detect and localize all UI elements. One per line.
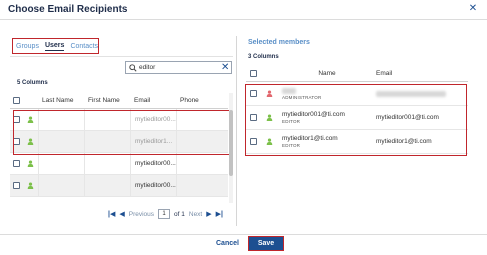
row-checkbox[interactable] xyxy=(10,175,22,196)
user-icon xyxy=(22,153,38,174)
search-input[interactable] xyxy=(139,64,217,71)
selected-members-title: Selected members xyxy=(248,39,310,46)
cancel-button[interactable]: Cancel xyxy=(216,240,239,247)
header-name[interactable]: Name xyxy=(278,66,372,81)
panel-divider xyxy=(236,36,237,226)
right-selection-highlight xyxy=(245,84,467,156)
cell-email: mytieditor00... xyxy=(130,175,176,196)
cell-first-name xyxy=(84,175,130,196)
footer-divider xyxy=(0,234,487,235)
page-number-input[interactable]: 1 xyxy=(158,209,171,219)
selected-table-header: Name Email xyxy=(246,66,468,82)
next-page-link[interactable]: Next xyxy=(189,211,202,218)
previous-page-link[interactable]: Previous xyxy=(129,211,154,218)
tabs-divider xyxy=(10,56,233,57)
first-page-icon[interactable]: |◀ xyxy=(108,210,115,218)
scrollbar-thumb[interactable] xyxy=(229,110,233,176)
pagination: |◀ ◀ Previous 1 of 1 Next ▶ ▶| xyxy=(108,208,223,220)
left-selection-highlight xyxy=(13,110,230,155)
users-table-header: Last Name First Name Email Phone xyxy=(10,93,228,109)
dialog-header: Choose Email Recipients ✕ xyxy=(0,0,487,20)
header-email[interactable]: Email xyxy=(130,93,176,108)
cell-last-name xyxy=(38,153,84,174)
last-page-icon[interactable]: ▶| xyxy=(216,210,223,218)
row-checkbox[interactable] xyxy=(10,153,22,174)
previous-page-icon[interactable]: ◀ xyxy=(119,210,124,218)
select-all-selected-checkbox[interactable] xyxy=(246,66,260,81)
header-last-name[interactable]: Last Name xyxy=(38,93,84,108)
user-icon xyxy=(22,175,38,196)
tab-contacts[interactable]: Contacts xyxy=(70,43,98,50)
left-column-count: 5 Columns xyxy=(17,80,48,86)
header-phone[interactable]: Phone xyxy=(176,93,228,108)
tab-users[interactable]: Users xyxy=(44,42,65,51)
save-button[interactable]: Save xyxy=(248,236,284,251)
page-total: of 1 xyxy=(174,210,185,218)
search-box xyxy=(125,61,232,74)
header-first-name[interactable]: First Name xyxy=(84,93,130,108)
cell-email: mytieditor00... xyxy=(130,153,176,174)
right-column-count: 3 Columns xyxy=(248,54,279,60)
cell-phone xyxy=(176,175,228,196)
search-icon xyxy=(126,63,139,72)
close-icon[interactable]: ✕ xyxy=(467,3,479,15)
cell-last-name xyxy=(38,175,84,196)
dialog-title: Choose Email Recipients xyxy=(8,4,128,15)
recipient-tabs: Groups Users Contacts xyxy=(12,38,99,54)
table-row[interactable]: mytieditor00... xyxy=(10,153,228,175)
header-email[interactable]: Email xyxy=(372,66,468,81)
select-all-checkbox[interactable] xyxy=(10,93,22,108)
cell-first-name xyxy=(84,153,130,174)
table-row[interactable]: mytieditor00... xyxy=(10,175,228,197)
next-page-icon[interactable]: ▶ xyxy=(206,210,211,218)
choose-email-recipients-dialog: Choose Email Recipients ✕ Groups Users C… xyxy=(0,0,487,255)
cell-phone xyxy=(176,153,228,174)
tab-groups[interactable]: Groups xyxy=(16,43,39,50)
